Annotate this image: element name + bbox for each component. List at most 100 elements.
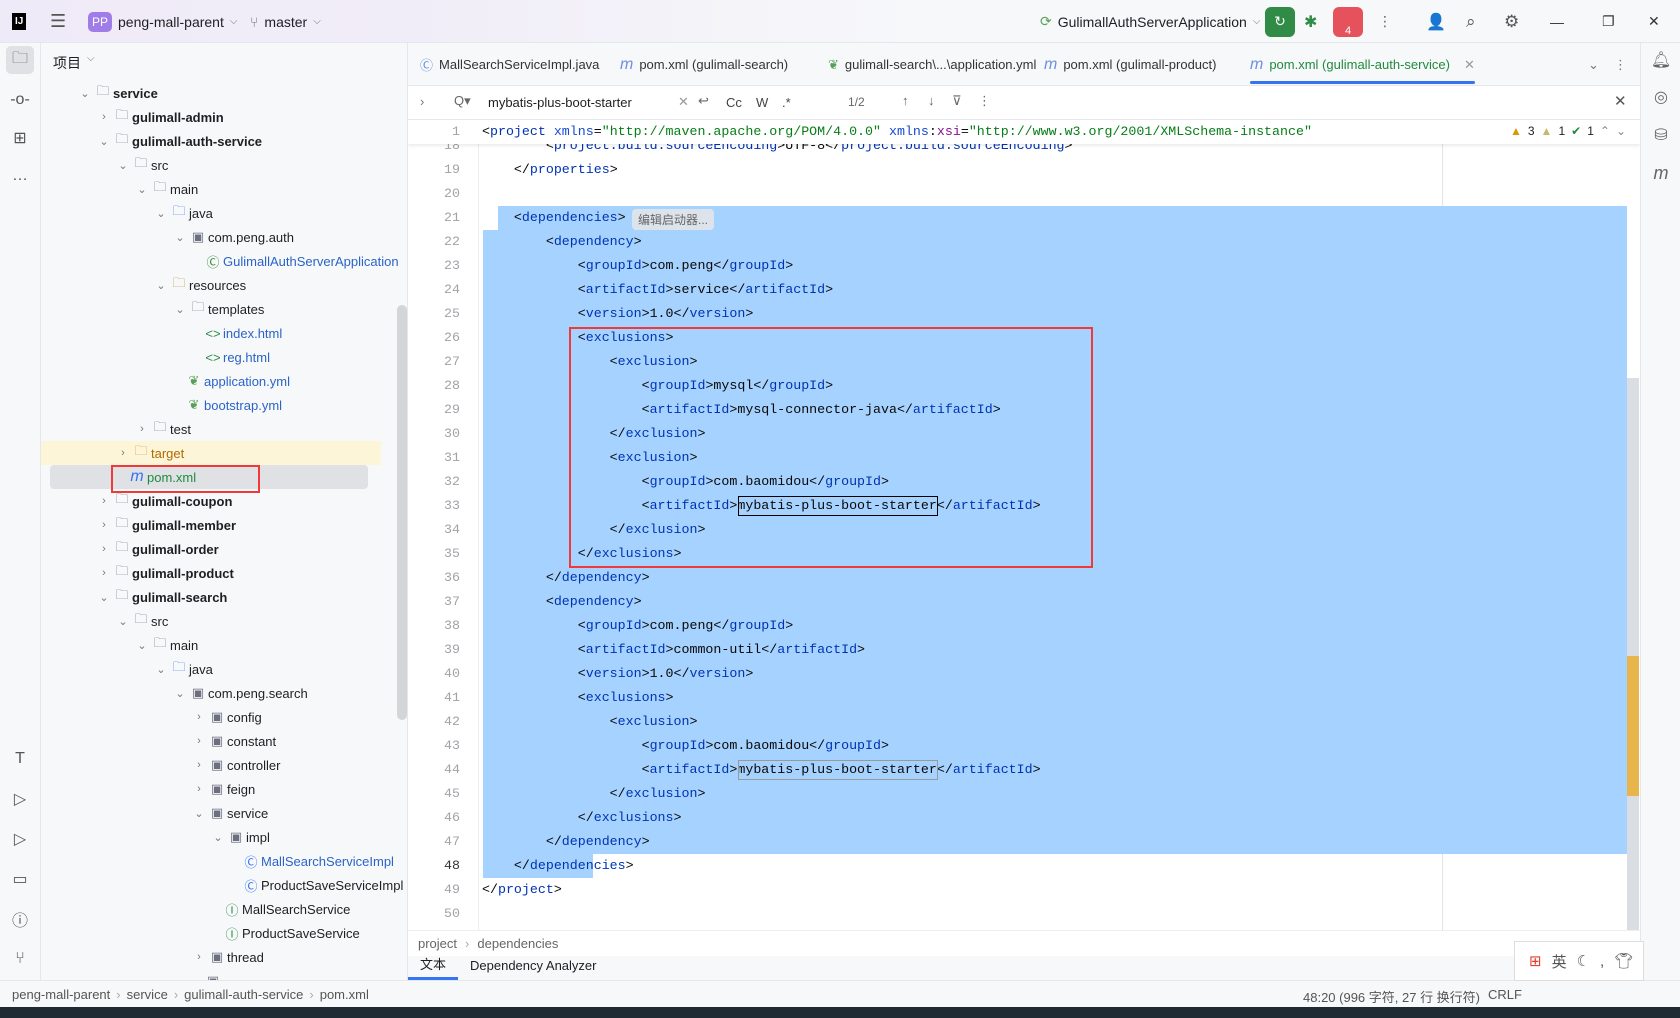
tree-item[interactable]: ❦ application.yml [41, 369, 396, 393]
chevron-down-icon[interactable]: ⌄ [155, 279, 167, 292]
previous-match-icon[interactable]: ↑ [902, 93, 909, 108]
chevron-down-icon[interactable]: ⌄ [1616, 124, 1626, 138]
caret-position[interactable]: 48:20 (996 字符, 27 行 换行符) [1303, 987, 1480, 1006]
tree-item[interactable]: Ⓘ ProductSaveService [41, 921, 396, 945]
ai-assistant-icon[interactable]: ◎ [1647, 83, 1675, 111]
chevron-down-icon[interactable]: ⌄ [98, 591, 110, 604]
chevron-down-icon[interactable]: ⌄ [79, 87, 91, 100]
tree-item[interactable]: ⌄ 🗀 gulimall-auth-service [41, 129, 396, 153]
chevron-right-icon[interactable]: › [98, 495, 110, 507]
notifications-icon[interactable]: 🔔︎ [1647, 46, 1675, 74]
run-tool-icon[interactable]: ▷ [6, 825, 34, 853]
match-case-toggle[interactable]: Cc [726, 95, 742, 110]
chevron-right-icon[interactable]: › [193, 711, 205, 723]
chevron-down-icon[interactable]: ⌄ [136, 183, 148, 196]
chevron-down-icon[interactable]: ⌄ [193, 807, 205, 820]
tree-item[interactable]: Ⓒ GulimallAuthServerApplication [41, 249, 398, 273]
chevron-right-icon[interactable]: › [98, 567, 110, 579]
tree-item[interactable]: ⌄ 🗀 src [41, 609, 396, 633]
status-path-item[interactable]: gulimall-auth-service [184, 987, 303, 1002]
chevron-down-icon[interactable]: ⌄ [117, 159, 129, 172]
line-separator[interactable]: CRLF [1488, 987, 1522, 1002]
breadcrumb-project[interactable]: project [418, 936, 457, 951]
chevron-right-icon[interactable]: › [136, 423, 148, 435]
project-tool-icon[interactable]: 🗀 [6, 46, 34, 74]
next-match-icon[interactable]: ↓ [928, 93, 935, 108]
editor-tab[interactable]: ❦ gulimall-search\...\application.yml [828, 43, 1036, 86]
rerun-button[interactable]: ↻ [1265, 6, 1295, 37]
editor-tab[interactable]: m pom.xml (gulimall-product) [1044, 43, 1216, 86]
tree-item[interactable]: › ▣ thread [41, 945, 396, 969]
breadcrumb-dependencies[interactable]: dependencies [477, 936, 558, 951]
commit-tool-icon[interactable]: -o- [6, 86, 34, 114]
words-toggle[interactable]: W [756, 95, 768, 110]
tree-item[interactable]: Ⓒ ProductSaveServiceImpl [41, 873, 403, 897]
regex-toggle[interactable]: .* [782, 95, 791, 110]
tree-item[interactable]: ⌄ 🗀 main [41, 177, 396, 201]
search-icon[interactable]: ⌕ [1466, 0, 1476, 43]
tree-item[interactable]: › 🗀 gulimall-admin [41, 105, 396, 129]
status-path-item[interactable]: service [127, 987, 168, 1002]
tree-item[interactable]: <> reg.html [41, 345, 396, 369]
chevron-right-icon[interactable]: › [98, 519, 110, 531]
tree-item[interactable]: ⌄ 🗀 main [41, 633, 396, 657]
chevron-down-icon[interactable]: ⌄ [174, 231, 186, 244]
git-tool-icon[interactable]: ⑂ [6, 945, 34, 973]
chevron-right-icon[interactable]: › [193, 735, 205, 747]
chevron-down-icon[interactable]: ⌄ [117, 615, 129, 628]
chevron-down-icon[interactable]: ⌄ [212, 831, 224, 844]
tree-item[interactable]: › 🗀 test [41, 417, 396, 441]
tree-item[interactable]: Ⓘ MallSearchService [41, 897, 396, 921]
tree-item[interactable]: ⌄ 🗀 resources [41, 273, 396, 297]
tree-item[interactable]: ⌄ 🗀 gulimall-search [41, 585, 396, 609]
problems-tool-icon[interactable]: ⓘ [6, 905, 34, 933]
settings-icon[interactable]: ⚙ [1504, 0, 1519, 43]
tree-item[interactable]: › ▣ feign [41, 777, 396, 801]
code-editor[interactable]: 1 <project xmlns="http://maven.apache.or… [408, 120, 1640, 930]
tree-item[interactable]: › ▣ constant [41, 729, 396, 753]
tree-item[interactable]: ⌄ 🗀 service [41, 81, 396, 105]
tree-item[interactable]: ⌄ ▣ com.peng.search [41, 681, 396, 705]
tree-item[interactable]: › 🗀 gulimall-member [41, 513, 396, 537]
editor-tab[interactable]: Ⓒ MallSearchServiceImpl.java [420, 43, 599, 86]
edit-starters-hint[interactable]: 编辑启动器... [632, 209, 715, 230]
search-input[interactable]: mybatis-plus-boot-starter [488, 95, 632, 110]
tree-item[interactable]: › ▣ controller [41, 753, 396, 777]
structure-tool-icon[interactable]: ⊞ [6, 124, 34, 152]
tree-item[interactable]: › 🗀 target [41, 441, 381, 465]
tree-item[interactable]: ⌄ 🗀 java [41, 201, 396, 225]
tree-item[interactable]: ⌄ 🗀 templates [41, 297, 396, 321]
tree-item[interactable]: ⌄ ▣ service [41, 801, 396, 825]
chevron-right-icon[interactable]: › [117, 447, 129, 459]
close-window-button[interactable]: ✕ [1648, 0, 1660, 43]
tree-item[interactable]: ⌄ 🗀 src [41, 153, 396, 177]
editor-scrollbar[interactable] [1627, 378, 1639, 930]
status-path-item[interactable]: pom.xml [320, 987, 369, 1002]
more-icon[interactable]: ⋮ [1378, 0, 1392, 43]
chevron-down-icon[interactable]: ⌄ [136, 639, 148, 652]
status-path-item[interactable]: peng-mall-parent [12, 987, 110, 1002]
chevron-right-icon[interactable]: › [98, 543, 110, 555]
tree-item[interactable]: › 🗀 gulimall-order [41, 537, 396, 561]
minimize-button[interactable]: — [1550, 0, 1564, 43]
terminal-tool-icon[interactable]: ▭ [6, 865, 34, 893]
clear-search-icon[interactable]: ✕ [678, 94, 689, 110]
services-tool-icon[interactable]: ▷ [6, 785, 34, 813]
editor-tab[interactable]: m pom.xml (gulimall-search) [620, 43, 788, 86]
tree-item[interactable]: Ⓒ MallSearchServiceImpl [41, 849, 396, 873]
tree-item[interactable]: <> index.html [41, 321, 396, 345]
tree-scrollbar[interactable] [397, 305, 407, 720]
stop-button[interactable]: 4 [1333, 6, 1363, 37]
tab-options-icon[interactable]: ⋮ [1614, 43, 1627, 86]
chevron-down-icon[interactable]: ⌄ [155, 207, 167, 220]
build-tool-icon[interactable]: T [6, 745, 34, 773]
filter-icon[interactable]: ⊽ [952, 93, 962, 109]
debug-button[interactable]: ✱ [1304, 0, 1317, 43]
tree-item[interactable]: ⌄ ▣ impl [41, 825, 396, 849]
ime-toolbar[interactable]: ⊞ 英 ☾, 👕︎ [1514, 941, 1644, 981]
tree-item[interactable]: ⌄ ▣ com.peng.auth [41, 225, 396, 249]
project-switcher[interactable]: PP peng-mall-parent ⌵ [88, 0, 237, 43]
chevron-down-icon[interactable]: ⌄ [174, 687, 186, 700]
expand-replace-icon[interactable]: › [420, 94, 424, 109]
tab-text[interactable]: 文本 [408, 954, 459, 980]
